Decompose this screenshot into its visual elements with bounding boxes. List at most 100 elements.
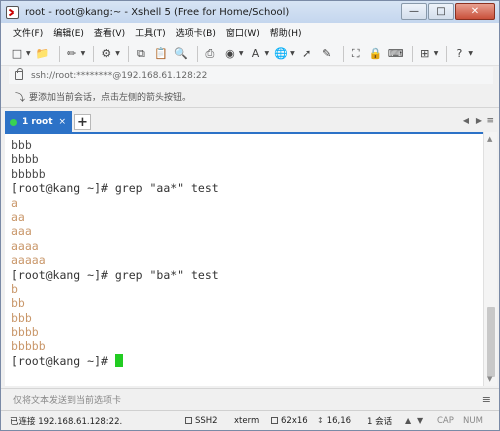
close-button[interactable]: ✕ — [455, 3, 495, 20]
xftp-icon[interactable]: ✎ — [319, 46, 335, 62]
properties-icon[interactable]: ⚙ — [98, 46, 114, 62]
globe-dropdown-icon[interactable]: ▼ — [290, 50, 295, 57]
terminal-size: 62x16 — [281, 415, 308, 426]
keyboard-icon[interactable]: ⌨ — [388, 46, 404, 62]
fullscreen-icon[interactable]: ⛶ — [348, 46, 364, 62]
reconnect-dropdown-icon[interactable]: ▼ — [81, 50, 86, 57]
up-arrow-icon[interactable]: ▲ — [405, 416, 411, 425]
paste-icon[interactable]: 📋 — [153, 46, 169, 62]
tab-bar: 1 root × + ◀ ▶ ≡ — [1, 107, 499, 133]
color-scheme-icon[interactable]: ◉ — [222, 46, 238, 62]
help-icon[interactable]: ? — [451, 46, 467, 62]
compose-bar[interactable]: 仅将文本发送到当前选项卡 ≡ — [1, 388, 499, 409]
menu-edit[interactable]: 编辑(E) — [53, 26, 84, 39]
caps-lock-indicator: CAP — [437, 415, 454, 426]
address-bar[interactable]: ssh://root:********@192.168.61.128:22 — [9, 67, 493, 84]
new-tab-button[interactable]: + — [74, 114, 91, 130]
connected-status-icon — [10, 118, 17, 126]
terminal-line: bbbbb — [11, 339, 46, 354]
find-icon[interactable]: 🔍 — [173, 46, 189, 62]
scroll-up-icon[interactable]: ▲ — [487, 135, 492, 143]
add-button-dropdown-icon[interactable]: ▼ — [434, 50, 439, 57]
terminal-line: b — [11, 281, 18, 296]
terminal-line: bb — [11, 296, 25, 311]
toolbar-separator — [93, 45, 95, 62]
font-icon[interactable]: A — [248, 46, 264, 62]
session-hint-bar: ⤵ 要添加当前会话，点击左侧的箭头按钮。 — [9, 87, 493, 105]
tab-root[interactable]: 1 root × — [5, 111, 72, 133]
size-icon — [271, 417, 278, 424]
terminal-line: [root@kang ~]# grep "ba*" test — [11, 267, 219, 282]
add-button-icon[interactable]: ⊞ — [417, 46, 433, 62]
color-scheme-dropdown-icon[interactable]: ▼ — [239, 50, 244, 57]
reconnect-icon[interactable]: ✏ — [64, 46, 80, 62]
menu-tools[interactable]: 工具(T) — [135, 26, 166, 39]
print-icon[interactable]: ⎙ — [202, 46, 218, 62]
lock-icon — [15, 68, 23, 80]
terminal-line: bbbbb — [11, 166, 46, 181]
transfer-icon[interactable]: ➚ — [299, 46, 315, 62]
cursor-position-status: ↕ 16,16 — [317, 416, 351, 426]
scroll-down-icon[interactable]: ▼ — [487, 375, 492, 383]
menu-view[interactable]: 查看(V) — [94, 26, 125, 39]
properties-dropdown-icon[interactable]: ▼ — [115, 50, 120, 57]
cursor-position-icon: ↕ — [317, 416, 324, 425]
minimize-button[interactable]: — — [401, 3, 427, 20]
xshell-window: root - root@kang:~ - Xshell 5 (Free for … — [0, 0, 500, 431]
terminal-line: bbbb — [11, 325, 39, 340]
down-arrow-icon[interactable]: ▼ — [417, 416, 423, 425]
new-session-dropdown-icon[interactable]: ▼ — [26, 50, 31, 57]
toolbar-separator — [58, 45, 60, 62]
terminal-line: aaaaa — [11, 253, 46, 268]
menu-file[interactable]: 文件(F) — [13, 26, 43, 39]
terminal-line: a — [11, 195, 18, 210]
menu-window[interactable]: 窗口(W) — [226, 26, 260, 39]
tab-next-icon[interactable]: ▶ — [476, 116, 482, 125]
terminal-line: aaaa — [11, 238, 39, 253]
new-session-icon[interactable]: □ — [9, 46, 25, 62]
lock-screen-icon[interactable]: 🔒 — [368, 46, 384, 62]
toolbar: □ ▼ 📁 ✏ ▼ ⚙ ▼ ⧉ 📋 🔍 ⎙ ◉ ▼ A ▼ 🌐 ▼ ➚ ✎ ⛶ … — [1, 42, 499, 66]
terminal-area[interactable]: bbb bbbb bbbbb [root@kang ~]# grep "aa*"… — [5, 132, 483, 386]
maximize-button[interactable]: □ — [428, 3, 454, 20]
font-dropdown-icon[interactable]: ▼ — [265, 50, 270, 57]
tab-label: 1 root — [22, 117, 53, 127]
menu-tab[interactable]: 选项卡(B) — [176, 26, 216, 39]
tab-menu-icon[interactable]: ≡ — [486, 116, 494, 126]
toolbar-separator — [446, 45, 448, 62]
num-lock-indicator: NUM — [463, 415, 483, 426]
toolbar-separator — [196, 45, 198, 62]
session-count: 1 会话 — [367, 416, 393, 427]
terminal-line: bbb — [11, 310, 32, 325]
terminal-scrollbar[interactable]: ▲ ▼ — [483, 132, 497, 386]
xshell-app-icon[interactable] — [6, 5, 19, 19]
toolbar-separator — [127, 45, 129, 62]
help-dropdown-icon[interactable]: ▼ — [468, 50, 473, 57]
terminal-prompt: [root@kang ~]# — [11, 353, 115, 368]
tab-close-icon[interactable]: × — [58, 117, 66, 127]
scroll-thumb[interactable] — [487, 307, 495, 377]
terminal-cursor — [114, 353, 123, 367]
open-folder-icon[interactable]: 📁 — [35, 46, 51, 62]
connection-status: 已连接 192.168.61.128:22. — [10, 416, 123, 427]
status-bar: 已连接 192.168.61.128:22. SSH2 xterm 62x16 … — [1, 410, 499, 430]
terminal-line: bbbb — [11, 152, 39, 167]
terminal-size-status: 62x16 — [271, 416, 308, 426]
protocol-status: SSH2 — [185, 416, 218, 426]
window-controls: — □ ✕ — [401, 3, 495, 20]
globe-icon[interactable]: 🌐 — [273, 46, 289, 62]
menu-help[interactable]: 帮助(H) — [270, 26, 302, 39]
tab-prev-icon[interactable]: ◀ — [463, 116, 469, 125]
cursor-position: 16,16 — [326, 415, 352, 426]
copy-icon[interactable]: ⧉ — [133, 46, 149, 62]
toolbar-separator — [411, 45, 413, 62]
hint-text: 要添加当前会话，点击左侧的箭头按钮。 — [29, 92, 192, 103]
protocol-label: SSH2 — [195, 415, 218, 426]
terminal-line: aaa — [11, 224, 32, 239]
compose-menu-icon[interactable]: ≡ — [482, 393, 491, 406]
arrow-button-icon[interactable]: ⤵ — [15, 89, 25, 104]
compose-placeholder: 仅将文本发送到当前选项卡 — [13, 395, 122, 406]
terminal-line: bbb — [11, 138, 32, 152]
terminal-line: [root@kang ~]# grep "aa*" test — [11, 181, 219, 196]
title-bar: root - root@kang:~ - Xshell 5 (Free for … — [1, 1, 499, 23]
